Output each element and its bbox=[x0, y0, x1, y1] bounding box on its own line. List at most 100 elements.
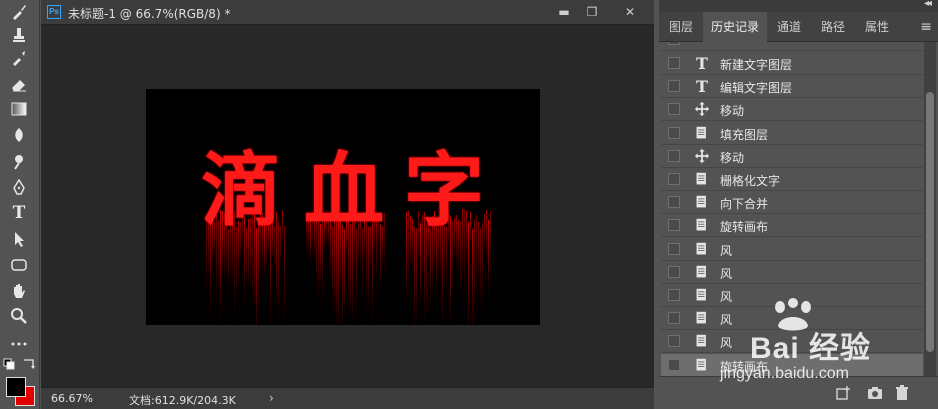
document-icon bbox=[693, 193, 711, 211]
camera-snapshot-icon[interactable] bbox=[866, 384, 884, 402]
foreground-color-swatch[interactable] bbox=[6, 377, 26, 397]
history-state-row[interactable]: 风 bbox=[661, 330, 923, 354]
history-brush-source-checkbox[interactable] bbox=[668, 312, 680, 325]
history-state-label: 风 bbox=[720, 290, 733, 304]
drip-streak bbox=[256, 228, 257, 325]
rectangle-tool-icon[interactable] bbox=[8, 255, 30, 275]
tab-history[interactable]: 历史记录 bbox=[703, 12, 767, 42]
drip-streak bbox=[480, 227, 481, 312]
history-state-row[interactable]: 风 bbox=[661, 307, 923, 331]
tab-channels[interactable]: 通道 bbox=[767, 12, 811, 42]
drip-streak bbox=[484, 213, 485, 255]
history-state-row[interactable]: T 编辑文字图层 bbox=[661, 75, 923, 99]
history-brush-source-checkbox[interactable] bbox=[668, 335, 680, 348]
history-panel-footer bbox=[659, 376, 938, 409]
history-brush-source-checkbox[interactable] bbox=[668, 42, 680, 45]
restore-button[interactable]: ❐ bbox=[578, 1, 606, 23]
history-brush-source-checkbox[interactable] bbox=[668, 149, 680, 162]
history-state-label: 填充图层 bbox=[720, 127, 769, 142]
document-title: 未标题-1 @ 66.7%(RGB/8) * bbox=[68, 7, 231, 21]
drip-streak bbox=[284, 225, 285, 325]
history-state-label: 移动 bbox=[720, 150, 745, 165]
history-state-label: 向下合并 bbox=[720, 197, 769, 212]
hand-tool-icon[interactable] bbox=[8, 281, 30, 301]
status-menu-arrow-icon[interactable]: › bbox=[269, 391, 274, 405]
history-state-label: 旋转画布 bbox=[720, 220, 769, 235]
blur-tool-icon[interactable] bbox=[8, 125, 30, 145]
drip-streak bbox=[490, 210, 491, 273]
history-state-row[interactable]: 旋转画布 bbox=[661, 214, 923, 238]
canvas-area[interactable]: 滴 血 字 bbox=[41, 25, 654, 387]
history-brush-source-checkbox[interactable] bbox=[668, 103, 680, 116]
swap-colors-icon[interactable] bbox=[21, 357, 37, 371]
history-brush-icon[interactable] bbox=[8, 48, 30, 68]
history-brush-source-checkbox[interactable] bbox=[668, 80, 680, 93]
zoom-level[interactable]: 66.67% bbox=[51, 392, 93, 405]
history-brush-source-checkbox[interactable] bbox=[668, 242, 680, 255]
stamp-tool-icon[interactable] bbox=[8, 24, 30, 44]
history-brush-source-checkbox[interactable] bbox=[668, 126, 680, 139]
tab-paths[interactable]: 路径 bbox=[811, 12, 855, 42]
tab-properties[interactable]: 属性 bbox=[855, 12, 899, 42]
document-icon bbox=[693, 170, 711, 188]
new-document-from-state-icon[interactable] bbox=[834, 384, 852, 402]
history-row-partial[interactable] bbox=[661, 42, 923, 51]
drip-streak bbox=[228, 228, 229, 299]
eraser-tool-icon[interactable] bbox=[8, 74, 30, 94]
panel-menu-icon[interactable]: ≡ bbox=[920, 19, 932, 35]
history-state-row[interactable]: 风 bbox=[661, 261, 923, 284]
history-state-label: 风 bbox=[720, 313, 733, 328]
document-icon bbox=[693, 216, 711, 234]
history-state-label: 风 bbox=[720, 243, 733, 258]
drip-streak bbox=[344, 228, 345, 316]
drip-streak bbox=[414, 226, 415, 325]
drip-streak bbox=[332, 227, 333, 305]
drip-streak bbox=[236, 226, 237, 300]
history-state-label: 编辑文字图层 bbox=[720, 81, 793, 96]
history-scrollbar[interactable] bbox=[924, 42, 936, 376]
history-brush-source-checkbox[interactable] bbox=[668, 57, 680, 69]
history-state-row[interactable]: 向下合并 bbox=[661, 191, 923, 215]
path-selection-icon[interactable] bbox=[8, 229, 30, 249]
more-tools-icon[interactable] bbox=[8, 334, 30, 354]
history-brush-source-checkbox[interactable] bbox=[668, 173, 680, 185]
drip-streak bbox=[488, 219, 489, 298]
tab-layers[interactable]: 图层 bbox=[659, 12, 703, 42]
pen-tool-icon[interactable] bbox=[8, 177, 30, 197]
history-brush-source-checkbox[interactable] bbox=[668, 219, 680, 232]
type-tool-icon[interactable]: T bbox=[8, 203, 30, 223]
history-state-row[interactable]: 旋转画布 bbox=[661, 353, 923, 376]
collapse-panel-icon[interactable]: ◂◂ bbox=[924, 0, 932, 9]
default-colors-icon[interactable] bbox=[3, 358, 19, 372]
dodge-tool-icon[interactable] bbox=[8, 151, 30, 171]
artboard[interactable]: 滴 血 字 bbox=[146, 89, 540, 325]
history-state-label: 栅格化文字 bbox=[720, 174, 781, 188]
drip-streak bbox=[342, 224, 343, 325]
document-icon bbox=[693, 240, 711, 258]
history-state-row[interactable]: 栅格化文字 bbox=[661, 168, 923, 191]
history-state-row[interactable]: 风 bbox=[661, 238, 923, 261]
scrollbar-thumb[interactable] bbox=[926, 92, 934, 352]
drip-streak bbox=[258, 223, 259, 312]
type-icon: T bbox=[696, 76, 708, 96]
history-state-label: 风 bbox=[720, 336, 733, 351]
move-icon bbox=[693, 147, 711, 165]
zoom-tool-icon[interactable] bbox=[8, 306, 30, 326]
document-tab[interactable]: Ps 未标题-1 @ 66.7%(RGB/8) * ▬ ❐ ✕ bbox=[41, 0, 654, 25]
history-brush-source-checkbox[interactable] bbox=[668, 358, 680, 371]
brush-tool-icon[interactable] bbox=[8, 2, 30, 22]
history-state-row[interactable]: 风 bbox=[661, 284, 923, 307]
minimize-button[interactable]: ▬ bbox=[550, 1, 578, 23]
document-window: Ps 未标题-1 @ 66.7%(RGB/8) * ▬ ❐ ✕ 滴 血 字 66… bbox=[41, 0, 654, 409]
trash-icon[interactable] bbox=[893, 384, 911, 402]
history-state-row[interactable]: T 新建文字图层 bbox=[661, 52, 923, 75]
tools-panel: T bbox=[0, 0, 40, 409]
history-state-row[interactable]: 移动 bbox=[661, 145, 923, 168]
history-state-row[interactable]: 移动 bbox=[661, 98, 923, 122]
gradient-tool-icon[interactable] bbox=[8, 99, 30, 119]
close-button[interactable]: ✕ bbox=[616, 1, 644, 23]
history-brush-source-checkbox[interactable] bbox=[668, 196, 680, 209]
history-brush-source-checkbox[interactable] bbox=[668, 289, 680, 301]
history-state-row[interactable]: 填充图层 bbox=[661, 122, 923, 145]
history-brush-source-checkbox[interactable] bbox=[668, 265, 680, 278]
